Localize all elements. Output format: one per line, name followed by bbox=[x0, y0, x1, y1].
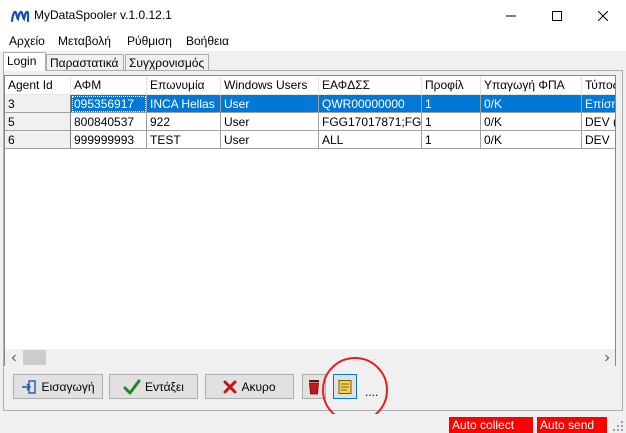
minimize-icon bbox=[506, 15, 516, 16]
grid-cell[interactable]: ALL bbox=[319, 131, 422, 149]
import-icon bbox=[22, 379, 37, 394]
maximize-icon bbox=[552, 10, 562, 21]
grid-cell[interactable]: 922 bbox=[147, 113, 221, 131]
scroll-thumb[interactable] bbox=[23, 350, 46, 365]
scroll-left-button[interactable] bbox=[5, 349, 22, 366]
scroll-right-button[interactable] bbox=[598, 349, 615, 366]
grid-cell[interactable]: TEST bbox=[147, 131, 221, 149]
grid-cell[interactable]: 0/K bbox=[481, 113, 582, 131]
menu-help[interactable]: Βοήθεια bbox=[186, 34, 229, 48]
column-header[interactable]: Agent Id bbox=[5, 76, 71, 95]
menu-edit[interactable]: Μεταβολή bbox=[58, 34, 111, 48]
grid-cell[interactable]: FGG17017871;FGG1 bbox=[319, 113, 422, 131]
app-logo-icon bbox=[10, 10, 30, 23]
grid-cell[interactable]: Επίσημο bbox=[582, 95, 615, 113]
resize-grip-icon[interactable] bbox=[612, 420, 624, 432]
menu-bar: Αρχείο Μεταβολή Ρύθμιση Βοήθεια bbox=[0, 31, 626, 51]
tab-documents[interactable]: Παραστατικά bbox=[46, 54, 124, 70]
grid-cell[interactable]: 0/K bbox=[481, 131, 582, 149]
maximize-button[interactable] bbox=[534, 0, 580, 31]
grid-cell[interactable]: 0/K bbox=[481, 95, 582, 113]
close-button[interactable] bbox=[580, 0, 626, 31]
column-header[interactable]: ΕΑΦΔΣΣ bbox=[319, 76, 422, 95]
grid-cell[interactable]: 3 bbox=[5, 95, 71, 113]
grid-cell[interactable]: DEV (L bbox=[582, 113, 615, 131]
grid-header: Agent Id ΑΦΜ Επωνυμία Windows Users ΕΑΦΔ… bbox=[5, 76, 615, 95]
grid-cell[interactable]: 1 bbox=[422, 113, 481, 131]
application-window: MyDataSpooler v.1.0.12.1 Αρχείο Μεταβολή… bbox=[0, 0, 626, 433]
auto-send-status: Auto send bbox=[537, 417, 607, 433]
minimize-button[interactable] bbox=[488, 0, 534, 31]
grid-cell[interactable]: 800840537 bbox=[71, 113, 147, 131]
grid-cell[interactable]: QWR00000000 bbox=[319, 95, 422, 113]
grid-cell[interactable]: INCA Hellas bbox=[147, 95, 221, 113]
menu-settings[interactable]: Ρύθμιση bbox=[127, 34, 172, 48]
tab-strip: Login Παραστατικά Συγχρονισμός bbox=[0, 51, 626, 71]
trash-icon bbox=[309, 379, 319, 394]
ok-button-label: Εντάξει bbox=[145, 379, 184, 394]
column-header[interactable]: Υπαγωγή ΦΠΑ bbox=[481, 76, 582, 95]
grid-cell[interactable]: 095356917 bbox=[71, 95, 147, 113]
import-button-label: Εισαγωγή bbox=[41, 379, 95, 394]
import-button[interactable]: Εισαγωγή bbox=[13, 374, 103, 399]
grid-cell[interactable]: User bbox=[221, 131, 319, 149]
grid-cell[interactable]: 999999993 bbox=[71, 131, 147, 149]
tab-login[interactable]: Login bbox=[3, 52, 46, 71]
cancel-button[interactable]: Ακυρο bbox=[205, 374, 294, 399]
column-header[interactable]: ΑΦΜ bbox=[71, 76, 147, 95]
grid-cell[interactable]: 5 bbox=[5, 113, 71, 131]
table-row[interactable]: 3 095356917 INCA Hellas User QWR00000000… bbox=[5, 95, 615, 113]
table-row[interactable]: 5 800840537 922 User FGG17017871;FGG1 1 … bbox=[5, 113, 615, 131]
grid-cell[interactable]: 1 bbox=[422, 95, 481, 113]
table-row[interactable]: 6 999999993 TEST User ALL 1 0/K DEV bbox=[5, 131, 615, 149]
chevron-right-icon bbox=[604, 354, 609, 361]
column-header[interactable]: Τύπος bbox=[582, 76, 615, 95]
column-header[interactable]: Windows Users bbox=[221, 76, 319, 95]
grid-cell[interactable]: DEV bbox=[582, 131, 615, 149]
x-icon bbox=[223, 380, 237, 393]
auto-collect-status: Auto collect bbox=[449, 417, 533, 433]
status-bar: Auto collect Auto send bbox=[0, 414, 626, 433]
agents-grid[interactable]: Agent Id ΑΦΜ Επωνυμία Windows Users ΕΑΦΔ… bbox=[4, 75, 616, 366]
horizontal-scrollbar[interactable] bbox=[5, 349, 615, 366]
close-icon bbox=[598, 10, 608, 21]
chevron-left-icon bbox=[11, 354, 16, 361]
grid-cell[interactable]: User bbox=[221, 95, 319, 113]
title-bar[interactable]: MyDataSpooler v.1.0.12.1 bbox=[0, 0, 626, 31]
cancel-button-label: Ακυρο bbox=[241, 379, 276, 394]
column-header[interactable]: Προφίλ bbox=[422, 76, 481, 95]
grid-cell[interactable]: User bbox=[221, 113, 319, 131]
checkmark-icon bbox=[123, 379, 141, 394]
grid-cell[interactable]: 1 bbox=[422, 131, 481, 149]
grid-cell[interactable]: 6 bbox=[5, 131, 71, 149]
tab-sync[interactable]: Συγχρονισμός bbox=[125, 54, 209, 70]
ok-button[interactable]: Εντάξει bbox=[109, 374, 198, 399]
column-header[interactable]: Επωνυμία bbox=[147, 76, 221, 95]
menu-file[interactable]: Αρχείο bbox=[9, 34, 45, 48]
window-title: MyDataSpooler v.1.0.12.1 bbox=[34, 8, 172, 22]
